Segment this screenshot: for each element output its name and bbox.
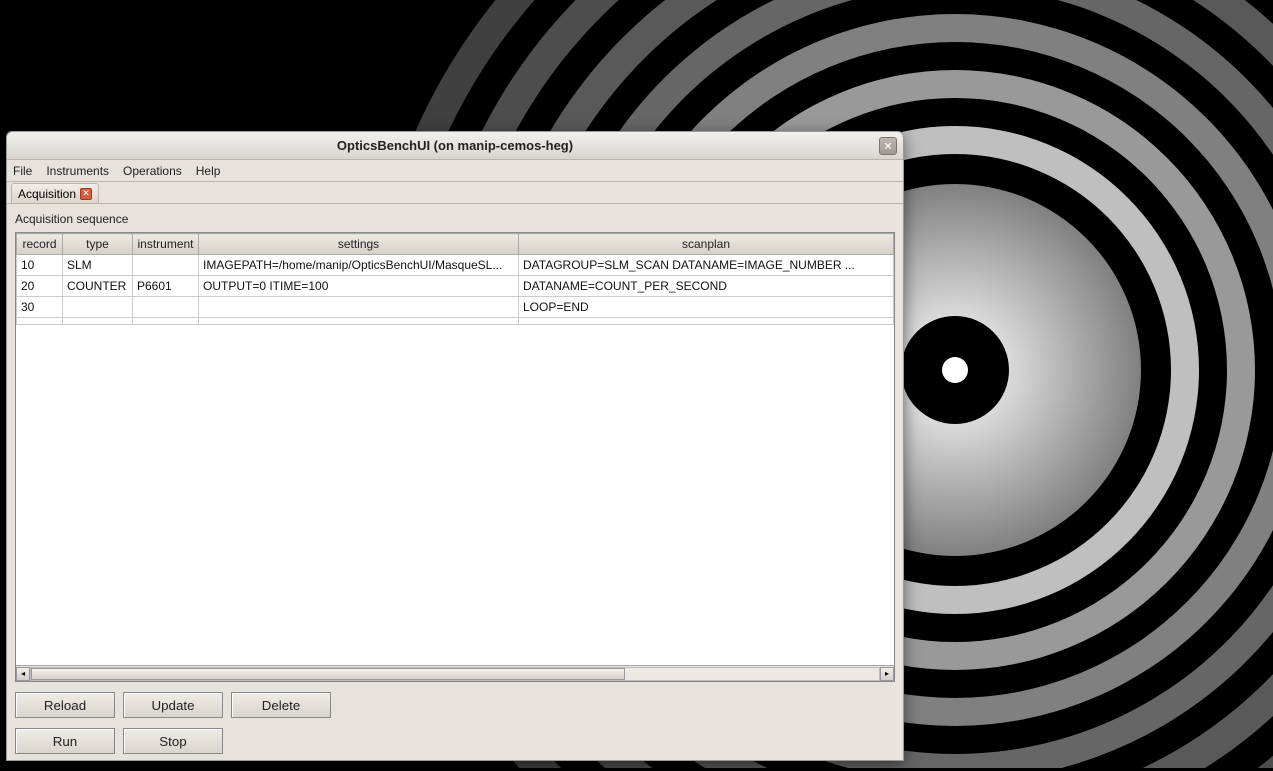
- table-row[interactable]: 30 LOOP=END: [17, 297, 894, 318]
- stop-button[interactable]: Stop: [123, 728, 223, 754]
- delete-button[interactable]: Delete: [231, 692, 331, 718]
- tab-acquisition[interactable]: Acquisition ✕: [11, 183, 99, 203]
- run-button[interactable]: Run: [15, 728, 115, 754]
- cell-instrument[interactable]: [133, 255, 199, 276]
- window-close-button[interactable]: ✕: [879, 137, 897, 155]
- header-scanplan[interactable]: scanplan: [519, 234, 894, 255]
- update-button[interactable]: Update: [123, 692, 223, 718]
- cell-scanplan[interactable]: LOOP=END: [519, 297, 894, 318]
- window-title: OpticsBenchUI (on manip-cemos-heg): [337, 138, 573, 153]
- cell-record[interactable]: 30: [17, 297, 63, 318]
- header-instrument[interactable]: instrument: [133, 234, 199, 255]
- cell-instrument[interactable]: P6601: [133, 276, 199, 297]
- cell-type[interactable]: COUNTER: [63, 276, 133, 297]
- acquisition-table-container: record type instrument settings scanplan…: [15, 232, 895, 682]
- titlebar[interactable]: OpticsBenchUI (on manip-cemos-heg) ✕: [7, 132, 903, 160]
- table-header-row: record type instrument settings scanplan: [17, 234, 894, 255]
- cell-record[interactable]: [17, 318, 63, 325]
- cell-settings[interactable]: OUTPUT=0 ITIME=100: [199, 276, 519, 297]
- reload-button[interactable]: Reload: [15, 692, 115, 718]
- table-row[interactable]: [17, 318, 894, 325]
- close-icon: ✕: [82, 189, 90, 198]
- header-type[interactable]: type: [63, 234, 133, 255]
- menu-operations[interactable]: Operations: [123, 164, 182, 178]
- button-row-2: Run Stop: [15, 728, 895, 754]
- menu-file[interactable]: File: [13, 164, 32, 178]
- close-icon: ✕: [883, 140, 892, 153]
- cell-record[interactable]: 10: [17, 255, 63, 276]
- tab-close-button[interactable]: ✕: [80, 188, 92, 200]
- table-row[interactable]: 20 COUNTER P6601 OUTPUT=0 ITIME=100 DATA…: [17, 276, 894, 297]
- cell-settings[interactable]: [199, 297, 519, 318]
- cell-scanplan[interactable]: DATANAME=COUNT_PER_SECOND: [519, 276, 894, 297]
- cell-settings[interactable]: [199, 318, 519, 325]
- header-record[interactable]: record: [17, 234, 63, 255]
- content-area: Acquisition sequence record type instrum…: [7, 204, 903, 760]
- cell-type[interactable]: SLM: [63, 255, 133, 276]
- acquisition-table[interactable]: record type instrument settings scanplan…: [16, 233, 894, 325]
- header-settings[interactable]: settings: [199, 234, 519, 255]
- cell-type[interactable]: [63, 297, 133, 318]
- app-window: OpticsBenchUI (on manip-cemos-heg) ✕ Fil…: [6, 131, 904, 761]
- button-row-1: Reload Update Delete: [15, 692, 895, 718]
- section-label: Acquisition sequence: [15, 212, 895, 226]
- cell-instrument[interactable]: [133, 297, 199, 318]
- scroll-thumb[interactable]: [31, 668, 625, 680]
- menu-help[interactable]: Help: [196, 164, 221, 178]
- scroll-left-button[interactable]: ◂: [16, 667, 30, 681]
- menubar: File Instruments Operations Help: [7, 160, 903, 182]
- cell-instrument[interactable]: [133, 318, 199, 325]
- horizontal-scrollbar[interactable]: ◂ ▸: [16, 665, 894, 681]
- cell-scanplan[interactable]: DATAGROUP=SLM_SCAN DATANAME=IMAGE_NUMBER…: [519, 255, 894, 276]
- tab-label: Acquisition: [18, 187, 76, 201]
- table-row[interactable]: 10 SLM IMAGEPATH=/home/manip/OpticsBench…: [17, 255, 894, 276]
- cell-settings[interactable]: IMAGEPATH=/home/manip/OpticsBenchUI/Masq…: [199, 255, 519, 276]
- tabbar: Acquisition ✕: [7, 182, 903, 204]
- scroll-right-button[interactable]: ▸: [880, 667, 894, 681]
- menu-instruments[interactable]: Instruments: [46, 164, 109, 178]
- cell-scanplan[interactable]: [519, 318, 894, 325]
- scroll-track[interactable]: [30, 667, 880, 681]
- cell-record[interactable]: 20: [17, 276, 63, 297]
- table-empty-area: [16, 325, 894, 665]
- 容ll-type[interactable]: [63, 318, 133, 325]
